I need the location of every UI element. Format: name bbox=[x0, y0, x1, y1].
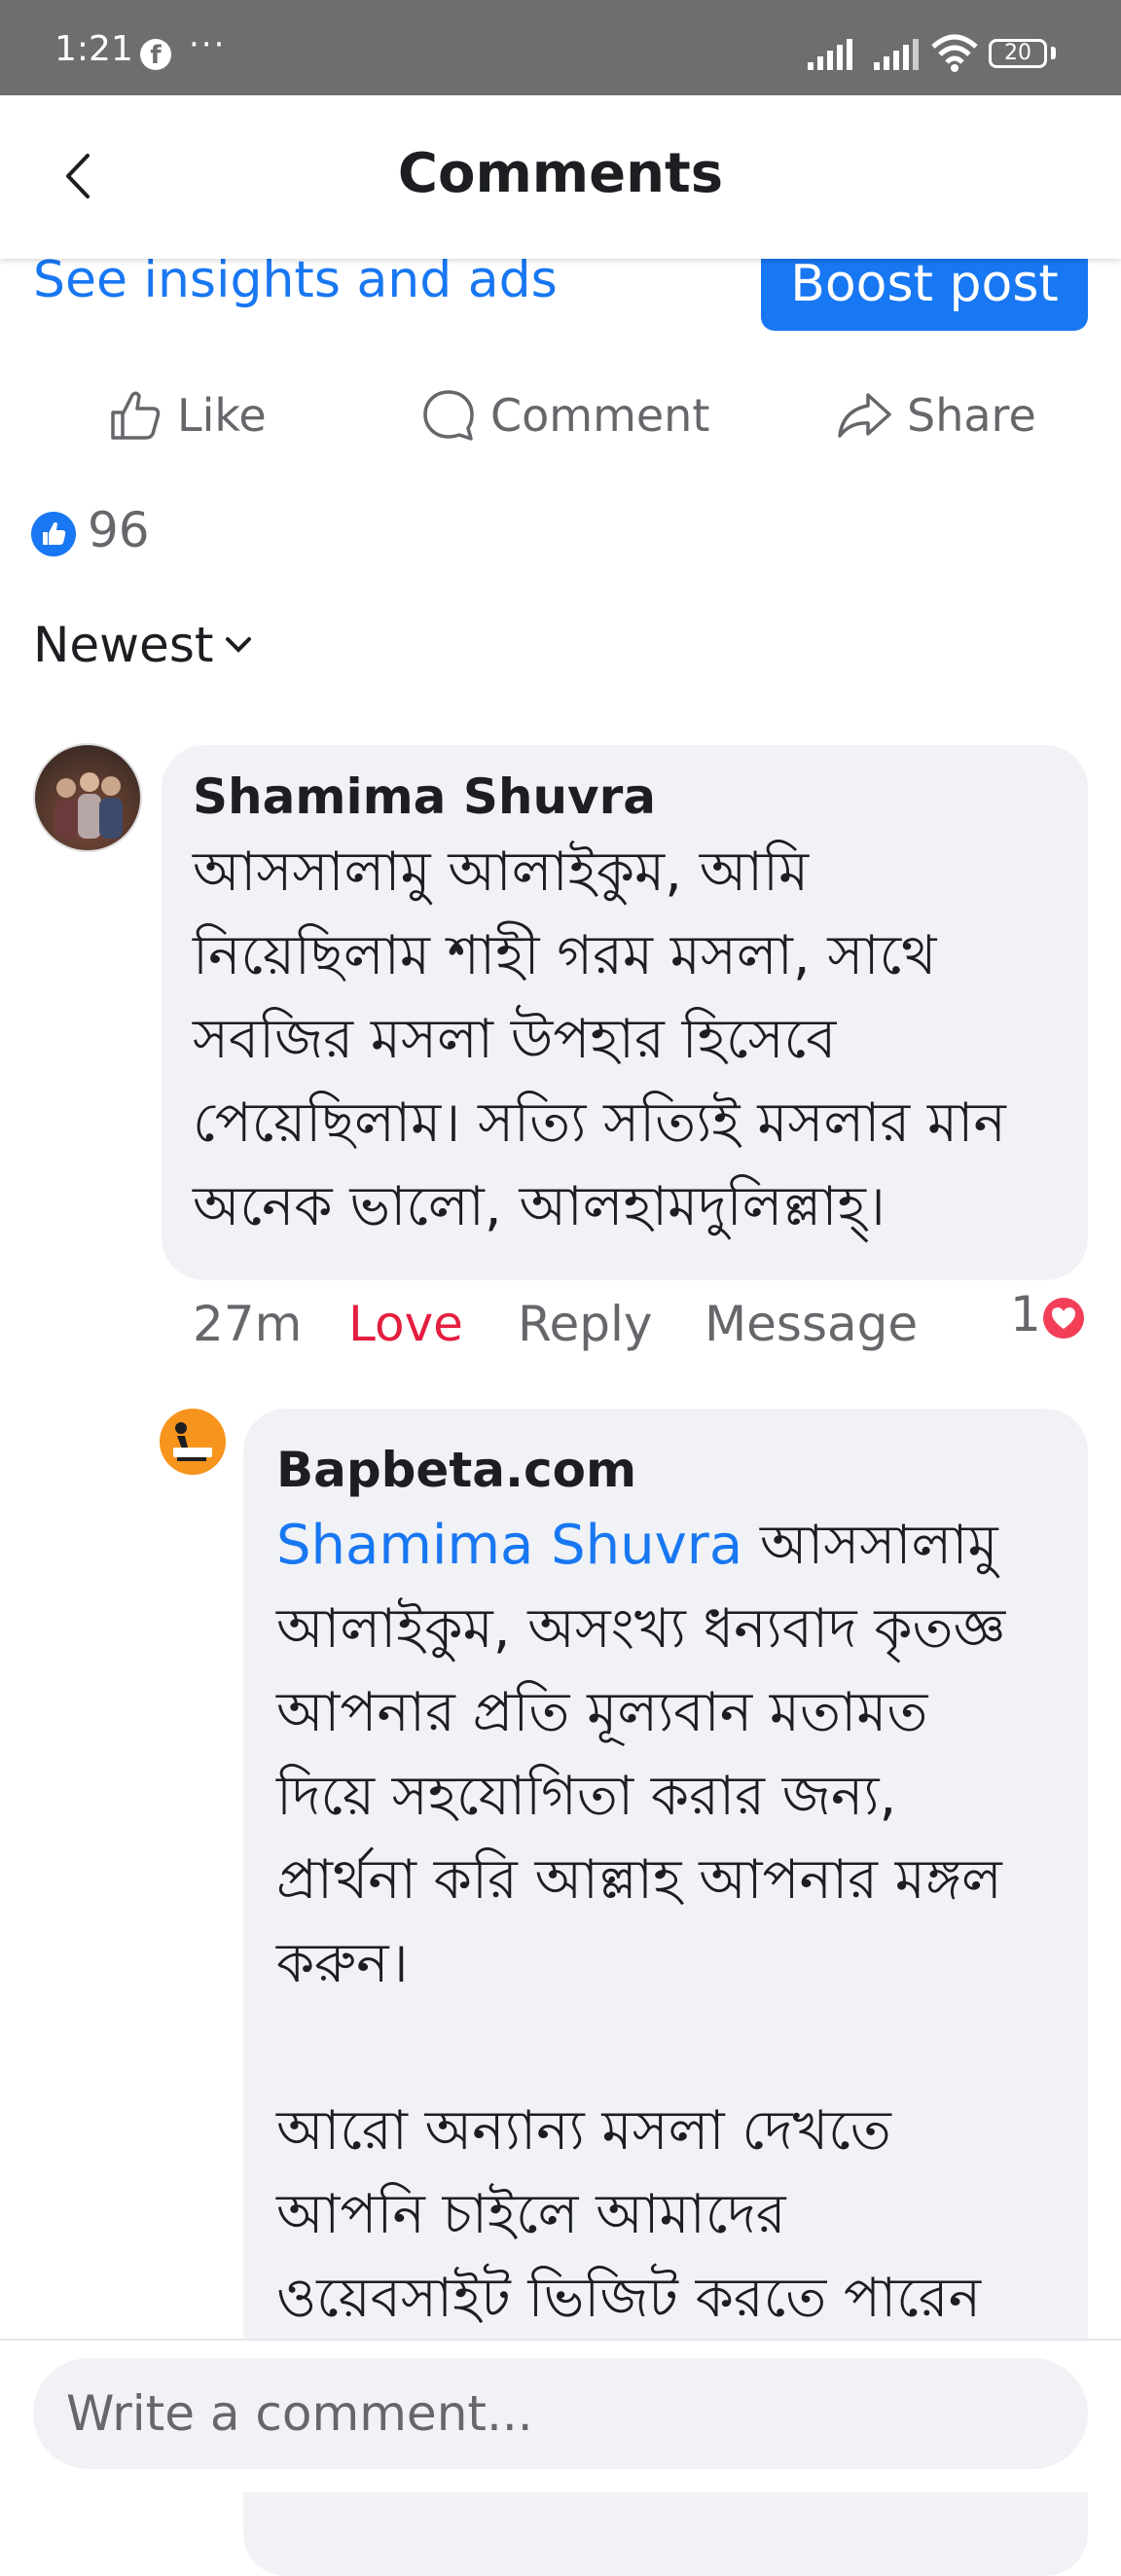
share-arrow-icon bbox=[838, 393, 891, 438]
share-label: Share bbox=[907, 389, 1036, 442]
reply-text: Shamima Shuvra আসসালামু আলাইকুম, অসংখ্য … bbox=[276, 1504, 1055, 2341]
comment-bubble: Shamima Shuvra আসসালামু আলাইকুম, আমি নিয… bbox=[162, 745, 1088, 1280]
comment-sort-dropdown[interactable]: Newest bbox=[33, 617, 252, 673]
facebook-icon: f bbox=[140, 39, 171, 70]
comment-button[interactable]: Comment bbox=[420, 381, 709, 449]
share-button[interactable]: Share bbox=[835, 381, 1036, 449]
thumbs-up-icon bbox=[111, 391, 161, 440]
wifi-icon bbox=[931, 34, 978, 72]
battery-tip bbox=[1051, 47, 1056, 59]
comment-label: Comment bbox=[490, 389, 710, 442]
chevron-down-icon bbox=[226, 637, 252, 653]
signal-icon bbox=[874, 39, 919, 70]
see-insights-link[interactable]: See insights and ads bbox=[33, 251, 558, 309]
like-label: Like bbox=[177, 389, 267, 442]
page-title: Comments bbox=[397, 142, 724, 205]
like-button[interactable]: Like bbox=[107, 381, 267, 449]
like-reaction-icon[interactable] bbox=[31, 512, 76, 556]
comment-text: আসসালামু আলাইকুম, আমি নিয়েছিলাম শাহী গর… bbox=[193, 841, 1006, 1238]
mention-link[interactable]: Shamima Shuvra bbox=[276, 1514, 742, 1577]
sort-label: Newest bbox=[33, 617, 214, 673]
status-more-dots: ··· bbox=[189, 25, 227, 64]
comment-bubble-icon bbox=[423, 390, 474, 441]
avatar[interactable] bbox=[33, 743, 142, 852]
comment-time: 27m bbox=[193, 1296, 303, 1352]
status-time: 1:21 bbox=[54, 29, 133, 69]
status-bar: 1:21 f ··· 20 bbox=[0, 0, 1121, 95]
comment-input[interactable] bbox=[33, 2358, 1088, 2469]
heart-icon[interactable] bbox=[1043, 1298, 1084, 1339]
reaction-count[interactable]: 96 bbox=[88, 502, 150, 558]
comment-author[interactable]: Shamima Shuvra bbox=[193, 763, 1055, 831]
reply-body: আসসালামু আলাইকুম, অসংখ্য ধন্যবাদ কৃতজ্ঞ … bbox=[276, 1514, 1006, 2330]
love-reaction-button[interactable]: Love bbox=[348, 1296, 463, 1352]
comment-reaction-count[interactable]: 1 bbox=[1010, 1286, 1041, 1342]
reply-button[interactable]: Reply bbox=[518, 1296, 652, 1352]
comments-header: Comments bbox=[0, 95, 1121, 259]
message-button[interactable]: Message bbox=[705, 1296, 918, 1352]
reply-author[interactable]: Bapbeta.com bbox=[276, 1436, 1055, 1504]
battery-icon: 20 bbox=[989, 39, 1047, 68]
signal-icon bbox=[808, 39, 852, 70]
avatar[interactable] bbox=[160, 1409, 226, 1475]
